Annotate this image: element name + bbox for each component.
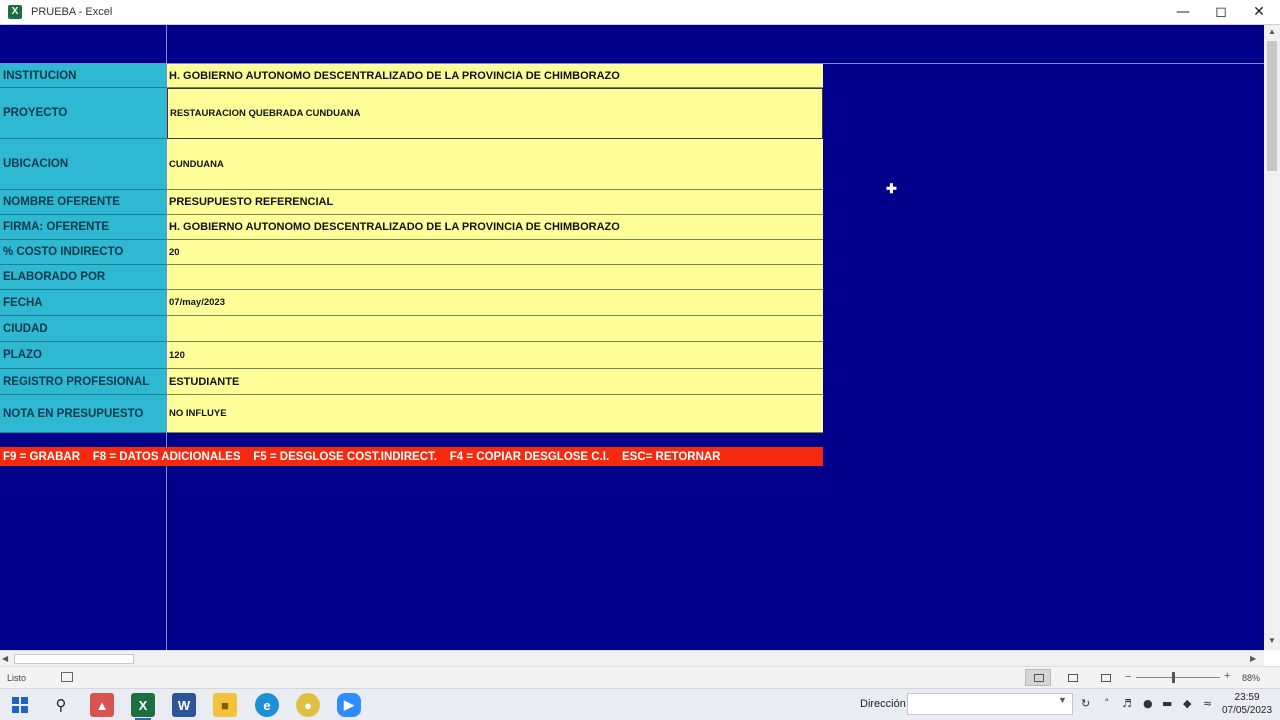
- row-label: ELABORADO POR: [0, 265, 166, 290]
- scroll-down-arrow-icon[interactable]: ▼: [1264, 634, 1280, 648]
- form-row-ubicacion: UBICACION CUNDUANA: [0, 139, 823, 190]
- taskbar: ⚲ ▲ X W ■ e ● ▶ Dirección ▼ ↻ ˄ ♬ ● ▬ ◆ …: [0, 688, 1280, 720]
- title-bar: X PRUEBA - Excel — ◻ ✕: [0, 0, 1280, 25]
- row-label: REGISTRO PROFESIONAL: [0, 369, 166, 395]
- battery-icon[interactable]: ▬: [1162, 697, 1172, 710]
- row-label: PROYECTO: [0, 88, 166, 139]
- form-row-firma-oferente: FIRMA: OFERENTE H. GOBIERNO AUTONOMO DES…: [0, 215, 823, 240]
- row-value-cell[interactable]: NO INFLUYE: [167, 395, 823, 433]
- cell-cursor-icon: ✚: [886, 181, 897, 196]
- zoom-level[interactable]: 88%: [1242, 673, 1260, 683]
- vertical-scrollbar[interactable]: ▲ ▼: [1264, 25, 1280, 650]
- form-row-plazo: PLAZO 120: [0, 342, 823, 369]
- row-value-cell[interactable]: 20: [167, 240, 823, 265]
- form-row-ciudad: CIUDAD: [0, 316, 823, 342]
- status-ready-text: Listo: [7, 673, 27, 683]
- row-value-cell[interactable]: PRESUPUESTO REFERENCIAL: [167, 190, 823, 215]
- row-value-cell[interactable]: ESTUDIANTE: [167, 369, 823, 395]
- form-row-costo-indirecto: % COSTO INDIRECTO 20: [0, 240, 823, 265]
- scroll-up-arrow-icon[interactable]: ▲: [1264, 25, 1280, 39]
- row-label: PLAZO: [0, 342, 166, 369]
- page-layout-view-button[interactable]: [1059, 669, 1085, 686]
- excel-taskbar-icon[interactable]: X: [131, 693, 155, 717]
- row-value-cell-selected[interactable]: RESTAURACION QUEBRADA CUNDUANA: [167, 88, 823, 139]
- row-label: NOTA EN PRESUPUESTO: [0, 395, 166, 433]
- row-label: INSTITUCION: [0, 64, 166, 88]
- address-input[interactable]: [907, 693, 1073, 715]
- address-toolbar-label: Dirección: [860, 698, 906, 710]
- row-label: UBICACION: [0, 139, 166, 190]
- macro-record-icon[interactable]: [61, 672, 73, 682]
- horizontal-scrollbar[interactable]: ◀ ▶: [0, 650, 1264, 666]
- row-label: CIUDAD: [0, 316, 166, 342]
- zoom-slider-handle[interactable]: [1172, 672, 1175, 683]
- status-bar: Listo − + 88%: [0, 666, 1280, 688]
- tool-app-icon[interactable]: ▲: [90, 693, 114, 717]
- row-value-cell[interactable]: 120: [167, 342, 823, 369]
- system-clock[interactable]: 23:59 07/05/2023: [1222, 691, 1272, 717]
- search-icon[interactable]: ⚲: [49, 693, 73, 717]
- form-row-proyecto: PROYECTO RESTAURACION QUEBRADA CUNDUANA: [0, 88, 823, 139]
- row-label: FIRMA: OFERENTE: [0, 215, 166, 240]
- clock-time: 23:59: [1234, 692, 1260, 703]
- show-hidden-icons-chevron-icon[interactable]: ˄: [1104, 697, 1110, 710]
- row-value-cell[interactable]: H. GOBIERNO AUTONOMO DESCENTRALIZADO DE …: [167, 64, 823, 88]
- zoom-slider-track[interactable]: [1136, 677, 1220, 678]
- excel-icon: X: [8, 5, 22, 19]
- form-row-institucion: INSTITUCION H. GOBIERNO AUTONOMO DESCENT…: [0, 64, 823, 88]
- clock-date: 07/05/2023: [1222, 705, 1273, 716]
- horizontal-scroll-thumb[interactable]: [14, 654, 134, 664]
- row-label: % COSTO INDIRECTO: [0, 240, 166, 265]
- worksheet[interactable]: INSTITUCION H. GOBIERNO AUTONOMO DESCENT…: [0, 25, 1264, 650]
- refresh-icon[interactable]: ↻: [1081, 697, 1090, 710]
- file-explorer-icon[interactable]: ■: [213, 693, 237, 717]
- scroll-right-arrow-icon[interactable]: ▶: [1250, 651, 1262, 667]
- function-keys-bar: F9 = GRABAR F8 = DATOS ADICIONALES F5 = …: [0, 447, 823, 466]
- windows-start-icon[interactable]: [8, 693, 32, 717]
- close-button[interactable]: ✕: [1240, 0, 1278, 25]
- page-break-view-button[interactable]: [1092, 669, 1118, 686]
- zoom-out-icon[interactable]: −: [1125, 671, 1131, 683]
- vertical-scroll-thumb[interactable]: [1267, 41, 1277, 171]
- chrome-browser-icon[interactable]: ●: [296, 693, 320, 717]
- form-row-nota-presupuesto: NOTA EN PRESUPUESTO NO INFLUYE: [0, 395, 823, 433]
- form-row-registro-profesional: REGISTRO PROFESIONAL ESTUDIANTE: [0, 369, 823, 395]
- row-value-cell[interactable]: H. GOBIERNO AUTONOMO DESCENTRALIZADO DE …: [167, 215, 823, 240]
- zoom-in-icon[interactable]: +: [1224, 670, 1230, 682]
- row-label: FECHA: [0, 290, 166, 316]
- microphone-icon[interactable]: ●: [1143, 697, 1153, 710]
- word-taskbar-icon[interactable]: W: [172, 693, 196, 717]
- edge-browser-icon[interactable]: e: [255, 693, 279, 717]
- form-row-fecha: FECHA 07/may/2023: [0, 290, 823, 316]
- security-shield-icon[interactable]: ◆: [1183, 697, 1191, 710]
- maximize-button[interactable]: ◻: [1202, 0, 1240, 25]
- form-row-elaborado-por: ELABORADO POR: [0, 265, 823, 290]
- normal-view-button[interactable]: [1025, 669, 1051, 686]
- zoom-app-icon[interactable]: ▶: [337, 693, 361, 717]
- row-label: NOMBRE OFERENTE: [0, 190, 166, 215]
- row-value-cell[interactable]: [167, 265, 823, 290]
- address-dropdown-icon[interactable]: ▼: [1058, 695, 1067, 705]
- window-title: PRUEBA - Excel: [31, 6, 113, 18]
- minimize-button[interactable]: —: [1164, 0, 1202, 25]
- row-value-cell[interactable]: CUNDUANA: [167, 139, 823, 190]
- form-row-nombre-oferente: NOMBRE OFERENTE PRESUPUESTO REFERENCIAL: [0, 190, 823, 215]
- row-value-cell[interactable]: [167, 316, 823, 342]
- volume-icon[interactable]: ♬: [1122, 697, 1132, 710]
- wifi-icon[interactable]: ≈: [1203, 697, 1212, 710]
- row-value-cell[interactable]: 07/may/2023: [167, 290, 823, 316]
- scroll-left-arrow-icon[interactable]: ◀: [2, 651, 14, 667]
